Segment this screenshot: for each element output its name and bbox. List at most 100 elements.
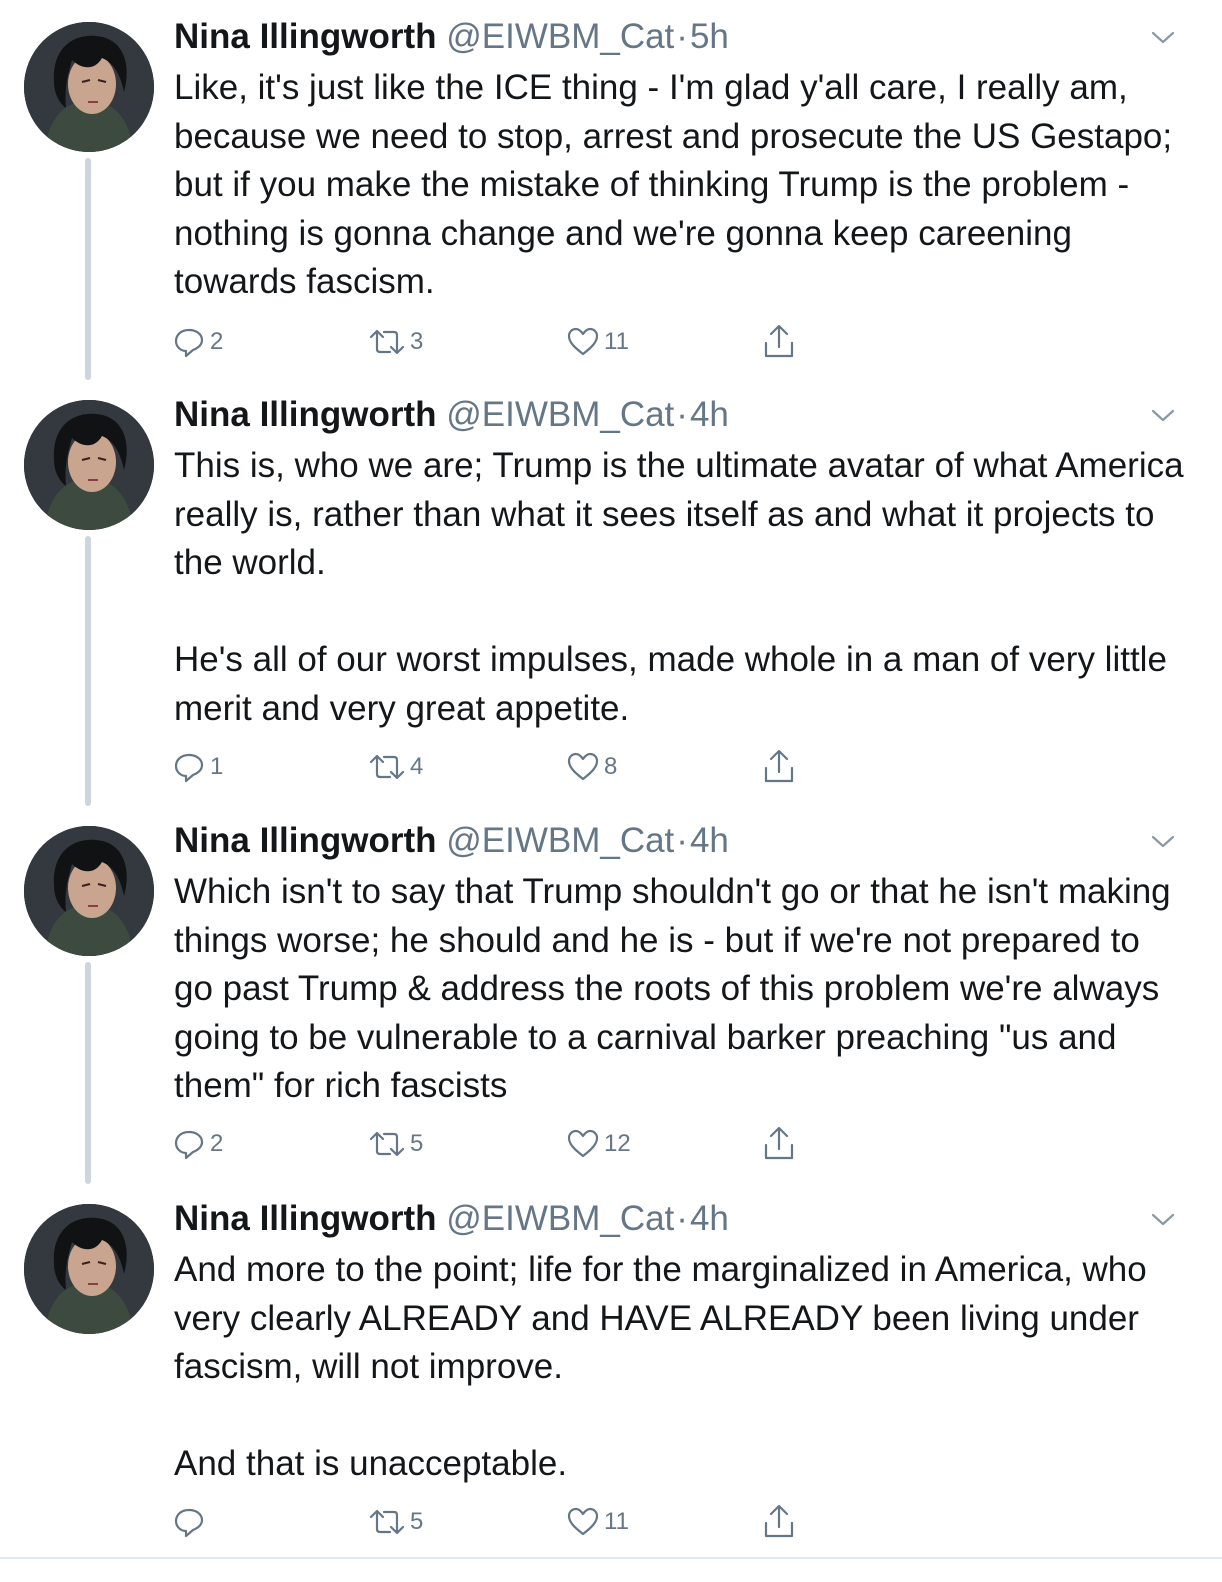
heart-icon bbox=[567, 752, 599, 781]
retweet-button[interactable]: 5 bbox=[368, 1124, 423, 1164]
retweet-count: 5 bbox=[410, 1508, 424, 1535]
tweet-menu-button[interactable] bbox=[1148, 406, 1178, 426]
tweet-time[interactable]: 4h bbox=[690, 821, 729, 860]
tweet-actions: 5 11 bbox=[172, 1502, 812, 1542]
tweet-thread: Nina Illingworth @EIWBM_Cat·5h Like, it'… bbox=[0, 0, 1222, 1582]
avatar-image bbox=[24, 22, 154, 152]
like-count: 11 bbox=[604, 1508, 629, 1535]
thread-connector bbox=[85, 962, 91, 1184]
tweet-paragraph: And more to the point; life for the marg… bbox=[174, 1250, 1147, 1386]
like-count: 11 bbox=[604, 328, 629, 355]
avatar[interactable] bbox=[24, 22, 154, 152]
separator-dot: · bbox=[676, 1199, 688, 1238]
retweet-button[interactable]: 3 bbox=[368, 322, 423, 362]
tweet-text: And more to the point; life for the marg… bbox=[174, 1246, 1184, 1489]
tweet-actions: 2 3 11 bbox=[172, 322, 812, 362]
tweet-actions: 1 4 8 bbox=[172, 747, 812, 787]
retweet-icon bbox=[369, 754, 405, 780]
author-name[interactable]: Nina Illingworth bbox=[174, 1199, 436, 1238]
reply-button[interactable]: 1 bbox=[172, 747, 223, 787]
tweet-header: Nina Illingworth @EIWBM_Cat·4h bbox=[174, 820, 729, 862]
share-icon bbox=[764, 324, 794, 358]
author-handle[interactable]: @EIWBM_Cat bbox=[446, 1199, 674, 1238]
tweet-text: Like, it's just like the ICE thing - I'm… bbox=[174, 64, 1184, 307]
author-handle[interactable]: @EIWBM_Cat bbox=[446, 395, 674, 434]
separator-dot: · bbox=[676, 17, 688, 56]
author-handle[interactable]: @EIWBM_Cat bbox=[446, 821, 674, 860]
avatar-image bbox=[24, 400, 154, 530]
tweet-text: This is, who we are; Trump is the ultima… bbox=[174, 442, 1184, 733]
reply-button[interactable]: 2 bbox=[172, 322, 223, 362]
share-icon bbox=[764, 1504, 794, 1538]
tweet-paragraph: This is, who we are; Trump is the ultima… bbox=[174, 446, 1184, 582]
author-name[interactable]: Nina Illingworth bbox=[174, 395, 436, 434]
share-icon bbox=[764, 749, 794, 783]
retweet-count: 4 bbox=[410, 753, 424, 780]
retweet-count: 3 bbox=[410, 328, 424, 355]
author-handle[interactable]: @EIWBM_Cat bbox=[446, 17, 674, 56]
reply-count: 2 bbox=[210, 328, 224, 355]
share-button[interactable] bbox=[762, 1502, 796, 1542]
tweet-header: Nina Illingworth @EIWBM_Cat·5h bbox=[174, 16, 729, 58]
share-button[interactable] bbox=[762, 322, 796, 362]
tweet-time[interactable]: 4h bbox=[690, 395, 729, 434]
tweet-header: Nina Illingworth @EIWBM_Cat·4h bbox=[174, 394, 729, 436]
tweet-actions: 2 5 12 bbox=[172, 1124, 812, 1164]
author-name[interactable]: Nina Illingworth bbox=[174, 821, 436, 860]
like-count: 8 bbox=[604, 753, 618, 780]
reply-icon bbox=[174, 1130, 204, 1160]
share-icon bbox=[764, 1126, 794, 1160]
avatar[interactable] bbox=[24, 826, 154, 956]
tweet-4[interactable]: Nina Illingworth @EIWBM_Cat·4h And more … bbox=[0, 1182, 1222, 1558]
tweet-3[interactable]: Nina Illingworth @EIWBM_Cat·4h Which isn… bbox=[0, 804, 1222, 1184]
tweet-paragraph: And that is unacceptable. bbox=[174, 1444, 568, 1483]
retweet-button[interactable]: 5 bbox=[368, 1502, 423, 1542]
tweet-paragraph: Which isn't to say that Trump shouldn't … bbox=[174, 872, 1171, 1105]
reply-icon bbox=[174, 328, 204, 358]
separator-dot: · bbox=[676, 395, 688, 434]
tweet-1[interactable]: Nina Illingworth @EIWBM_Cat·5h Like, it'… bbox=[0, 0, 1222, 380]
tweet-time[interactable]: 4h bbox=[690, 1199, 729, 1238]
reply-button[interactable]: 2 bbox=[172, 1124, 223, 1164]
reply-button[interactable] bbox=[172, 1502, 210, 1542]
tweet-paragraph: Like, it's just like the ICE thing - I'm… bbox=[174, 68, 1173, 301]
thread-connector bbox=[85, 536, 91, 806]
reply-count: 1 bbox=[210, 753, 224, 780]
heart-icon bbox=[567, 1507, 599, 1536]
retweet-icon bbox=[369, 1131, 405, 1157]
tweet-header: Nina Illingworth @EIWBM_Cat·4h bbox=[174, 1198, 729, 1240]
like-button[interactable]: 11 bbox=[566, 1502, 629, 1542]
share-button[interactable] bbox=[762, 1124, 796, 1164]
chevron-down-icon bbox=[1151, 835, 1175, 848]
thread-connector bbox=[85, 158, 91, 380]
heart-icon bbox=[567, 1129, 599, 1158]
share-button[interactable] bbox=[762, 747, 796, 787]
avatar[interactable] bbox=[24, 400, 154, 530]
reply-icon bbox=[174, 1508, 204, 1538]
reply-count: 2 bbox=[210, 1130, 224, 1157]
like-count: 12 bbox=[604, 1130, 631, 1157]
tweet-paragraph: He's all of our worst impulses, made who… bbox=[174, 640, 1167, 728]
like-button[interactable]: 8 bbox=[566, 747, 617, 787]
tweet-menu-button[interactable] bbox=[1148, 28, 1178, 48]
divider bbox=[0, 1557, 1222, 1559]
chevron-down-icon bbox=[1151, 1213, 1175, 1226]
tweet-time[interactable]: 5h bbox=[690, 17, 729, 56]
author-name[interactable]: Nina Illingworth bbox=[174, 17, 436, 56]
retweet-count: 5 bbox=[410, 1130, 424, 1157]
heart-icon bbox=[567, 327, 599, 356]
tweet-menu-button[interactable] bbox=[1148, 832, 1178, 852]
chevron-down-icon bbox=[1151, 409, 1175, 422]
retweet-icon bbox=[369, 329, 405, 355]
reply-icon bbox=[174, 753, 204, 783]
avatar[interactable] bbox=[24, 1204, 154, 1334]
tweet-menu-button[interactable] bbox=[1148, 1210, 1178, 1230]
retweet-button[interactable]: 4 bbox=[368, 747, 423, 787]
avatar-image bbox=[24, 1204, 154, 1334]
tweet-2[interactable]: Nina Illingworth @EIWBM_Cat·4h This is, … bbox=[0, 378, 1222, 806]
retweet-icon bbox=[369, 1509, 405, 1535]
like-button[interactable]: 12 bbox=[566, 1124, 631, 1164]
separator-dot: · bbox=[676, 821, 688, 860]
like-button[interactable]: 11 bbox=[566, 322, 629, 362]
tweet-text: Which isn't to say that Trump shouldn't … bbox=[174, 868, 1184, 1111]
